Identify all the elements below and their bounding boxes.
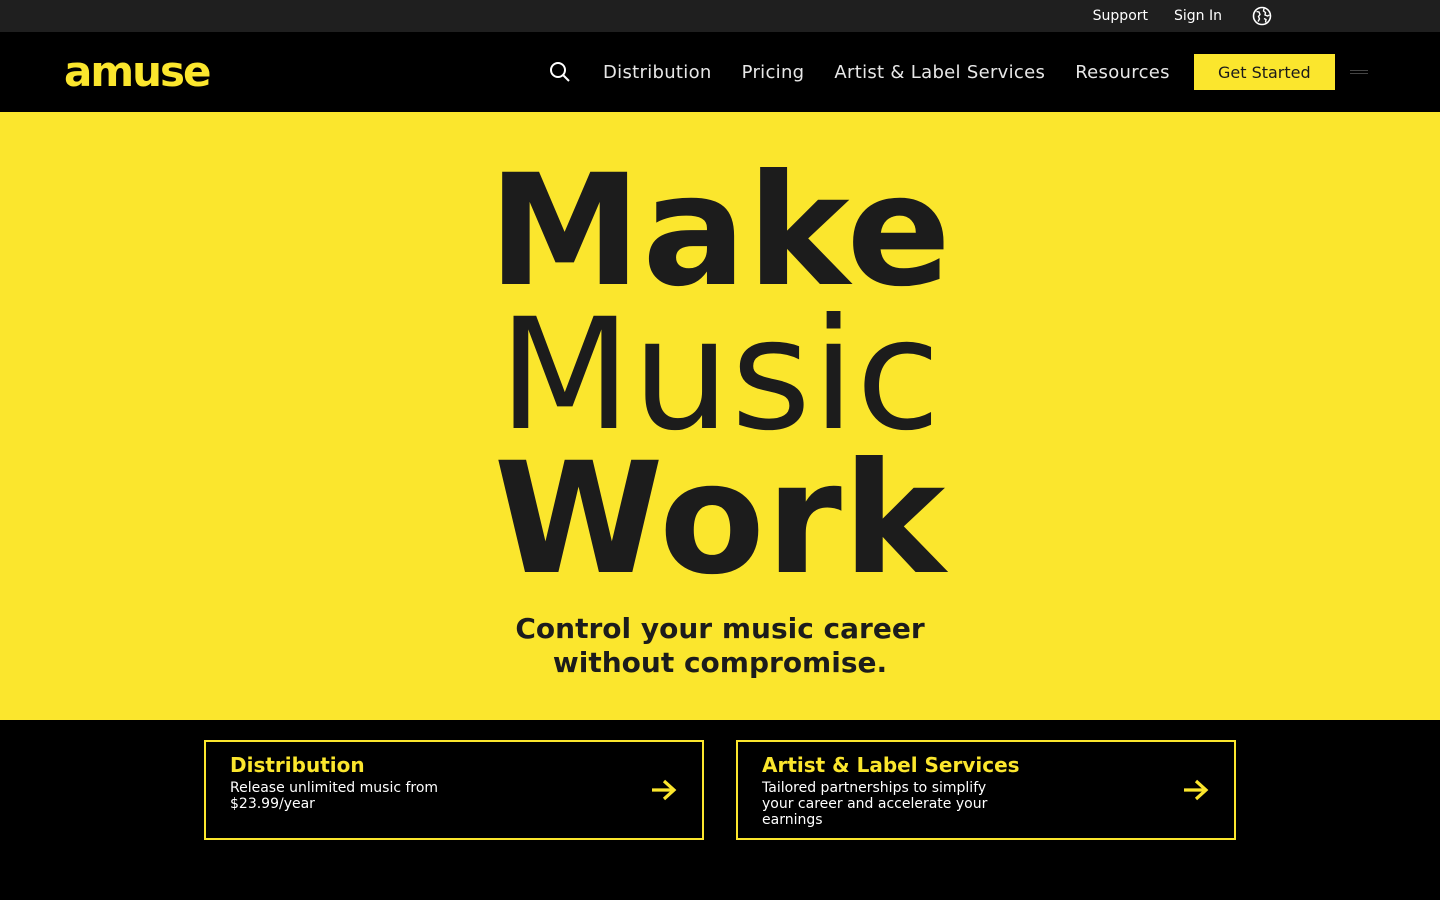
hero-subtitle: Control your music career without compro…	[0, 612, 1440, 680]
card-description-line: Release unlimited music from	[230, 780, 439, 796]
hero-section: Make Music Work Control your music caree…	[0, 112, 1440, 720]
card-description: Tailored partnerships to simplify your c…	[762, 780, 1022, 828]
card-description-line: your career and accelerate your	[762, 796, 988, 812]
arrow-right-icon[interactable]	[1182, 778, 1210, 802]
hero-title-line-3: Work	[493, 430, 947, 609]
nav-link-pricing[interactable]: Pricing	[742, 62, 805, 83]
nav-link-distribution[interactable]: Distribution	[603, 62, 712, 83]
amuse-logo[interactable]: amuse	[64, 51, 211, 93]
nav-link-resources[interactable]: Resources	[1075, 62, 1170, 83]
get-started-button[interactable]: Get Started	[1193, 54, 1335, 90]
card-description-line: earnings	[762, 812, 823, 828]
distribution-card[interactable]: Distribution Release unlimited music fro…	[204, 740, 704, 840]
utility-bar: Support Sign In	[0, 0, 1440, 32]
hero-subtitle-line-2: without compromise.	[552, 646, 888, 679]
support-link[interactable]: Support	[1093, 8, 1148, 24]
service-cards: Distribution Release unlimited music fro…	[0, 720, 1440, 900]
menu-icon-bar	[1350, 73, 1368, 74]
artist-label-services-card[interactable]: Artist & Label Services Tailored partner…	[736, 740, 1236, 840]
search-icon[interactable]	[548, 60, 572, 84]
card-title: Artist & Label Services	[762, 753, 1020, 777]
arrow-right-icon[interactable]	[650, 778, 678, 802]
nav-items: Distribution Pricing Artist & Label Serv…	[548, 32, 1335, 112]
menu-icon[interactable]	[1350, 70, 1368, 74]
card-description-line: Tailored partnerships to simplify	[762, 780, 987, 796]
nav-link-artist-label-services[interactable]: Artist & Label Services	[834, 62, 1045, 83]
hero-subtitle-line-1: Control your music career	[515, 612, 925, 645]
card-description: Release unlimited music from $23.99/year	[230, 780, 490, 812]
hero-title-line-1: Make	[488, 142, 952, 321]
hero-title-line-2: Music	[498, 286, 942, 465]
globe-icon[interactable]	[1252, 6, 1272, 26]
card-description-line: $23.99/year	[230, 796, 315, 812]
card-title: Distribution	[230, 753, 365, 777]
menu-icon-bar	[1350, 70, 1368, 71]
main-nav: amuse Distribution Pricing Artist & Labe…	[0, 32, 1440, 112]
sign-in-link[interactable]: Sign In	[1174, 8, 1222, 24]
